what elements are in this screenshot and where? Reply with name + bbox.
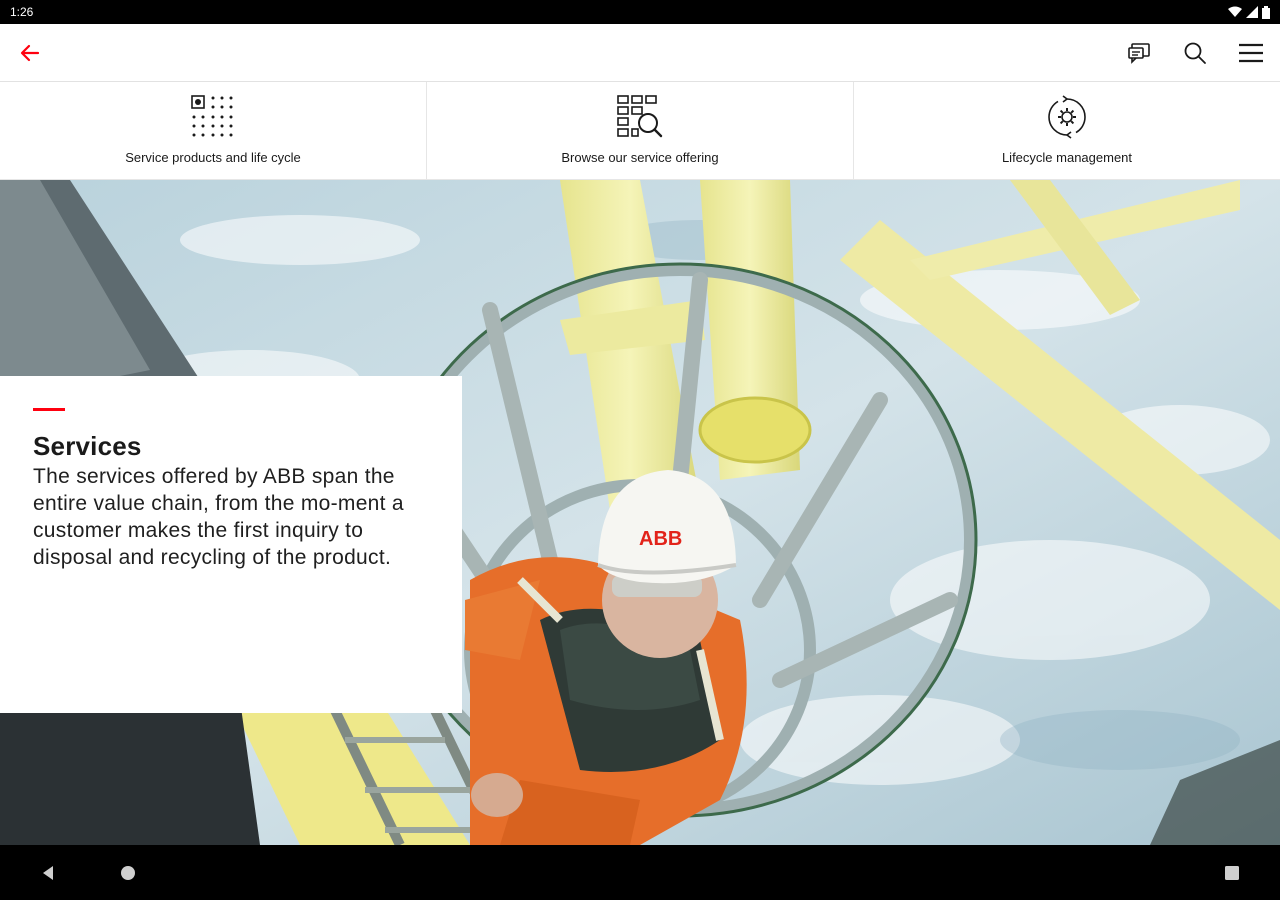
status-bar: 1:26 xyxy=(0,0,1280,24)
back-button[interactable] xyxy=(14,38,46,68)
accent-line xyxy=(33,408,65,411)
feedback-icon xyxy=(1128,43,1150,64)
app-bar-actions xyxy=(1122,38,1268,68)
status-time: 1:26 xyxy=(10,5,34,19)
tab-label: Lifecycle management xyxy=(1001,150,1133,165)
tab-icon-wrap xyxy=(615,92,665,142)
lifecycle-gear-icon xyxy=(1048,95,1086,139)
tab-label: Service products and life cycle xyxy=(125,150,301,165)
status-icons xyxy=(1228,5,1270,19)
back-triangle-icon xyxy=(43,866,53,880)
arrow-left-icon xyxy=(20,44,40,62)
battery-icon xyxy=(1262,5,1270,19)
nav-back-button[interactable] xyxy=(36,861,60,885)
helmet-logo-text: ABB xyxy=(639,528,682,550)
tab-icon-wrap xyxy=(1042,92,1092,142)
app-bar xyxy=(0,24,1280,82)
card-body: The services offered by ABB span the ent… xyxy=(33,465,404,569)
tab-browse-offering[interactable]: Browse our service offering xyxy=(427,82,854,179)
system-nav-bar xyxy=(0,845,1280,900)
tab-icon-wrap xyxy=(188,92,238,142)
menu-button[interactable] xyxy=(1234,38,1268,68)
feedback-button[interactable] xyxy=(1122,38,1156,68)
nav-recents-button[interactable] xyxy=(1220,861,1244,885)
grid-focus-icon xyxy=(191,95,233,137)
tab-lifecycle-management[interactable]: Lifecycle management xyxy=(854,82,1280,179)
recents-square-icon xyxy=(1225,866,1239,880)
tab-service-products[interactable]: Service products and life cycle xyxy=(0,82,427,179)
services-card: Services The services offered by ABB spa… xyxy=(0,376,462,713)
wifi-icon xyxy=(1228,6,1242,17)
search-button[interactable] xyxy=(1178,38,1212,68)
service-tabs: Service products and life cycle Browse o… xyxy=(0,82,1280,180)
nav-home-button[interactable] xyxy=(116,861,140,885)
card-title: Services xyxy=(33,431,142,461)
search-icon xyxy=(1184,42,1206,64)
grid-search-icon xyxy=(617,95,663,138)
tab-label: Browse our service offering xyxy=(561,150,719,165)
home-circle-icon xyxy=(121,866,135,880)
signal-icon xyxy=(1246,6,1258,18)
hamburger-menu-icon xyxy=(1239,43,1263,63)
